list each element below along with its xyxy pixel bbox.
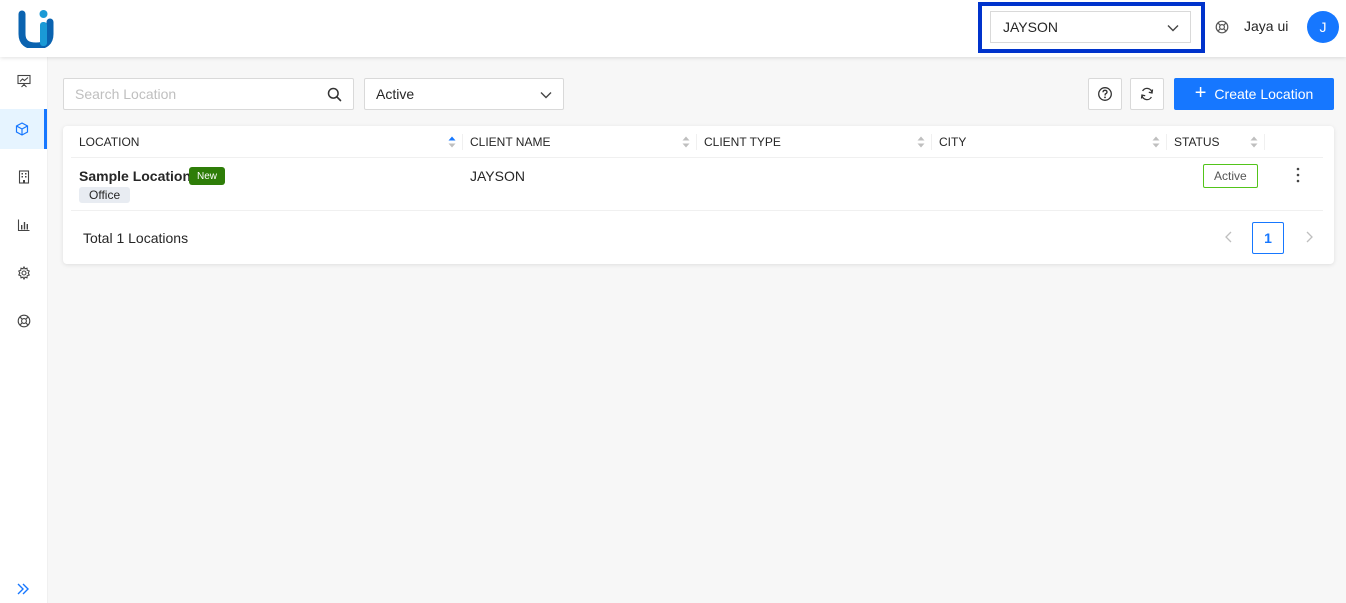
table-row[interactable]: Sample Location New Office JAYSON Active: [71, 158, 1323, 211]
double-chevron-right-icon[interactable]: [15, 581, 31, 597]
column-city[interactable]: CITY: [931, 126, 1166, 158]
search-input[interactable]: [64, 79, 314, 109]
app-logo[interactable]: [18, 8, 54, 48]
total-count: Total 1 Locations: [83, 230, 189, 246]
column-client-type[interactable]: CLIENT TYPE: [696, 126, 931, 158]
client-name-cell: JAYSON: [470, 168, 525, 184]
plus-icon: +: [1194, 82, 1207, 104]
location-type-tag: Office: [79, 187, 131, 203]
client-select[interactable]: JAYSON: [990, 11, 1191, 43]
chevron-right-icon[interactable]: [1303, 230, 1315, 244]
sort-icon: [1152, 136, 1160, 148]
building-icon: [18, 170, 29, 184]
chevron-down-icon: [540, 92, 552, 99]
sidebar: [0, 57, 48, 603]
sidebar-item-support[interactable]: [0, 301, 47, 341]
location-name[interactable]: Sample Location: [79, 168, 191, 184]
user-name[interactable]: Jaya ui: [1244, 18, 1288, 34]
sidebar-item-buildings[interactable]: [0, 157, 47, 197]
column-status-label: STATUS: [1174, 135, 1220, 149]
status-filter-select[interactable]: Active: [364, 78, 564, 110]
sort-icon: [448, 136, 456, 148]
new-badge: New: [189, 167, 226, 185]
search-icon[interactable]: [327, 87, 342, 102]
column-location[interactable]: LOCATION: [71, 126, 462, 158]
avatar[interactable]: J: [1307, 11, 1339, 43]
chevron-down-icon: [1167, 25, 1179, 32]
locations-table: LOCATION CLIENT NAME CLIENT TYPE CITY ST…: [63, 126, 1334, 264]
sort-icon: [682, 136, 690, 148]
column-status[interactable]: STATUS: [1166, 126, 1264, 158]
sort-icon: [917, 136, 925, 148]
more-vertical-icon[interactable]: [1291, 166, 1305, 184]
sidebar-item-locations[interactable]: [0, 109, 47, 149]
column-location-label: LOCATION: [79, 135, 140, 149]
sort-icon: [1250, 136, 1258, 148]
support-icon[interactable]: [1215, 20, 1229, 34]
refresh-icon: [1140, 87, 1154, 101]
sidebar-item-settings[interactable]: [0, 253, 47, 293]
table-header: LOCATION CLIENT NAME CLIENT TYPE CITY ST…: [71, 126, 1323, 158]
column-city-label: CITY: [939, 135, 967, 149]
status-badge: Active: [1203, 164, 1258, 188]
create-location-button[interactable]: + Create Location: [1174, 78, 1334, 110]
status-filter-value: Active: [376, 86, 415, 102]
create-location-label: Create Location: [1214, 86, 1314, 102]
top-header: JAYSON Jaya ui J: [0, 0, 1346, 57]
chevron-left-icon[interactable]: [1223, 230, 1235, 244]
search-location-field[interactable]: [63, 78, 354, 110]
column-client-name[interactable]: CLIENT NAME: [462, 126, 696, 158]
presentation-chart-icon: [16, 74, 31, 88]
refresh-button[interactable]: [1130, 78, 1164, 110]
gear-icon: [17, 266, 30, 280]
cube-icon: [15, 122, 29, 136]
pagination-page-1[interactable]: 1: [1252, 222, 1284, 254]
client-select-value: JAYSON: [1003, 19, 1058, 35]
sidebar-item-reports[interactable]: [0, 205, 47, 245]
support-icon: [17, 314, 30, 328]
question-circle-icon: [1098, 87, 1112, 101]
column-client-name-label: CLIENT NAME: [470, 135, 551, 149]
column-divider: [1264, 134, 1265, 150]
sidebar-item-dashboard[interactable]: [0, 61, 47, 101]
column-client-type-label: CLIENT TYPE: [704, 135, 781, 149]
bar-chart-icon: [17, 219, 29, 232]
help-button[interactable]: [1088, 78, 1122, 110]
